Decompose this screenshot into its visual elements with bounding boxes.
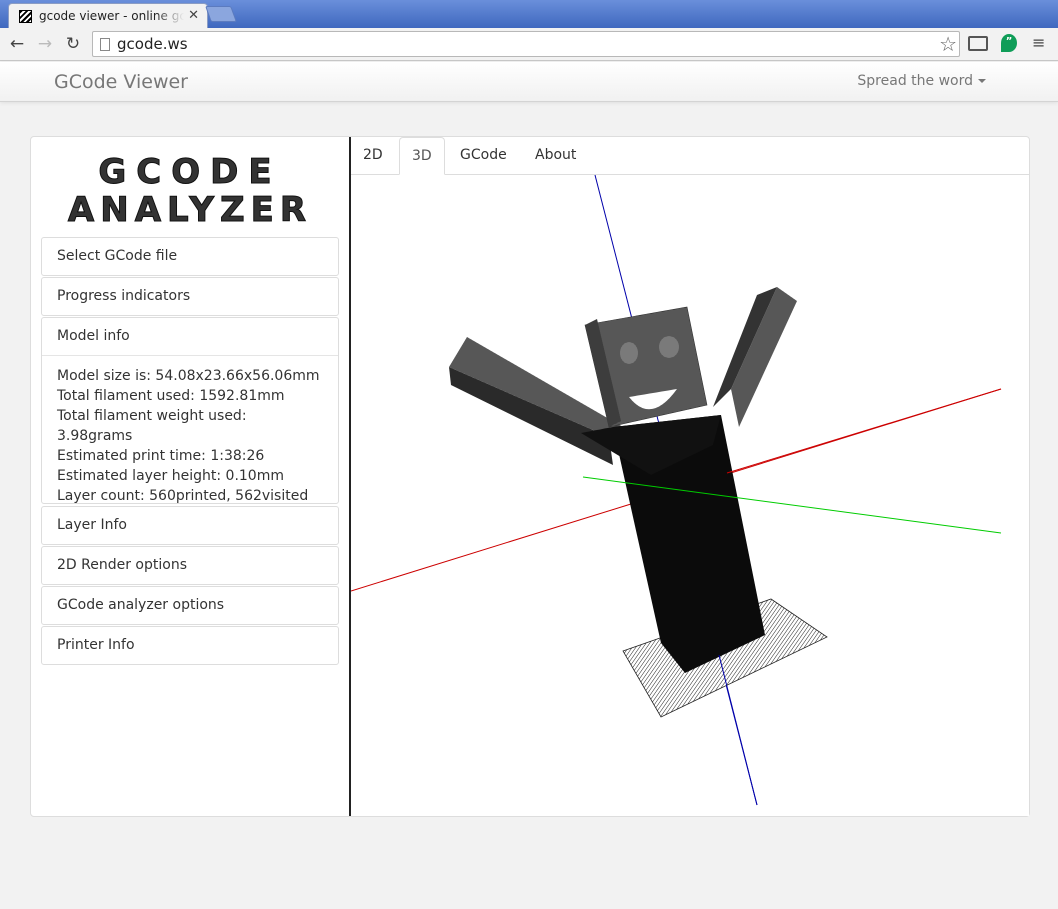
tab-2d[interactable]: 2D — [351, 137, 395, 175]
url-input[interactable] — [117, 34, 917, 54]
tab-gcode[interactable]: GCode — [448, 137, 519, 175]
panel-heading[interactable]: Model info — [42, 318, 338, 355]
sidebar: GCODE ANALYZER Select GCode file Progres… — [31, 137, 349, 816]
spread-the-word-dropdown[interactable]: Spread the word — [857, 73, 986, 89]
main-container: GCODE ANALYZER Select GCode file Progres… — [30, 136, 1030, 817]
new-tab-button[interactable] — [205, 6, 237, 22]
x-axis-front — [726, 388, 1002, 474]
panel-render-options[interactable]: 2D Render options — [41, 546, 339, 585]
panel-select-file[interactable]: Select GCode file — [41, 237, 339, 276]
panel-layer-info[interactable]: Layer Info — [41, 506, 339, 545]
browser-tab[interactable]: gcode viewer - online gcode ✕ — [8, 3, 208, 28]
site-navbar: GCode Viewer Spread the word — [0, 62, 1058, 102]
close-tab-icon[interactable]: ✕ — [188, 8, 199, 23]
back-arrow-icon[interactable]: ← — [7, 34, 27, 54]
browser-tab-title: gcode viewer - online gcode — [39, 9, 184, 23]
panel-analyzer-options[interactable]: GCode analyzer options — [41, 586, 339, 625]
tab-3d[interactable]: 3D — [399, 137, 445, 175]
brand-link[interactable]: GCode Viewer — [54, 71, 188, 93]
panel-model-info: Model info Model size is: 54.08x23.66x56… — [41, 317, 339, 504]
forward-arrow-icon[interactable]: → — [35, 34, 55, 54]
model-eye-right — [659, 336, 679, 358]
layer-height: Estimated layer height: 0.10mm — [57, 468, 284, 484]
layer-count: Layer count: 560printed, 562visited — [57, 488, 309, 504]
cast-icon[interactable] — [968, 36, 988, 51]
logo-line1: GCODE — [98, 152, 282, 193]
panel-progress[interactable]: Progress indicators — [41, 277, 339, 316]
hangouts-icon[interactable]: ” — [1001, 34, 1017, 52]
browser-toolbar: ← → ↻ ☆ ” ≡ — [0, 28, 1058, 61]
browser-tabstrip: gcode viewer - online gcode ✕ — [0, 0, 1058, 28]
panel-heading[interactable]: 2D Render options — [42, 547, 338, 584]
model-info-body: Model size is: 54.08x23.66x56.06mm Total… — [42, 355, 338, 518]
panel-heading[interactable]: Layer Info — [42, 507, 338, 544]
view-tabs: 2D 3D GCode About — [351, 137, 1029, 175]
menu-icon[interactable]: ≡ — [1032, 35, 1046, 51]
logo-line2: ANALYZER — [67, 190, 313, 231]
print-time: Estimated print time: 1:38:26 — [57, 448, 265, 464]
panel-heading[interactable]: Select GCode file — [42, 238, 338, 275]
panel-heading[interactable]: GCode analyzer options — [42, 587, 338, 624]
model-eye-left — [620, 342, 638, 364]
3d-scene[interactable] — [351, 175, 1029, 816]
favicon-icon — [19, 10, 32, 23]
panel-heading[interactable]: Printer Info — [42, 627, 338, 664]
bookmark-star-icon[interactable]: ☆ — [939, 32, 957, 56]
3d-viewport[interactable] — [351, 175, 1029, 816]
address-bar[interactable]: ☆ — [92, 31, 960, 57]
spread-label: Spread the word — [857, 73, 973, 89]
gcode-analyzer-logo: GCODE ANALYZER — [44, 152, 336, 234]
page-icon — [100, 38, 110, 51]
panel-printer-info[interactable]: Printer Info — [41, 626, 339, 665]
reload-icon[interactable]: ↻ — [63, 34, 83, 54]
caret-down-icon — [978, 79, 986, 83]
filament-used: Total filament used: 1592.81mm — [57, 388, 285, 404]
filament-weight: Total filament weight used: 3.98grams — [57, 408, 247, 444]
model-size: Model size is: 54.08x23.66x56.06mm — [57, 368, 320, 384]
panel-heading[interactable]: Progress indicators — [42, 278, 338, 315]
tab-about[interactable]: About — [523, 137, 588, 175]
